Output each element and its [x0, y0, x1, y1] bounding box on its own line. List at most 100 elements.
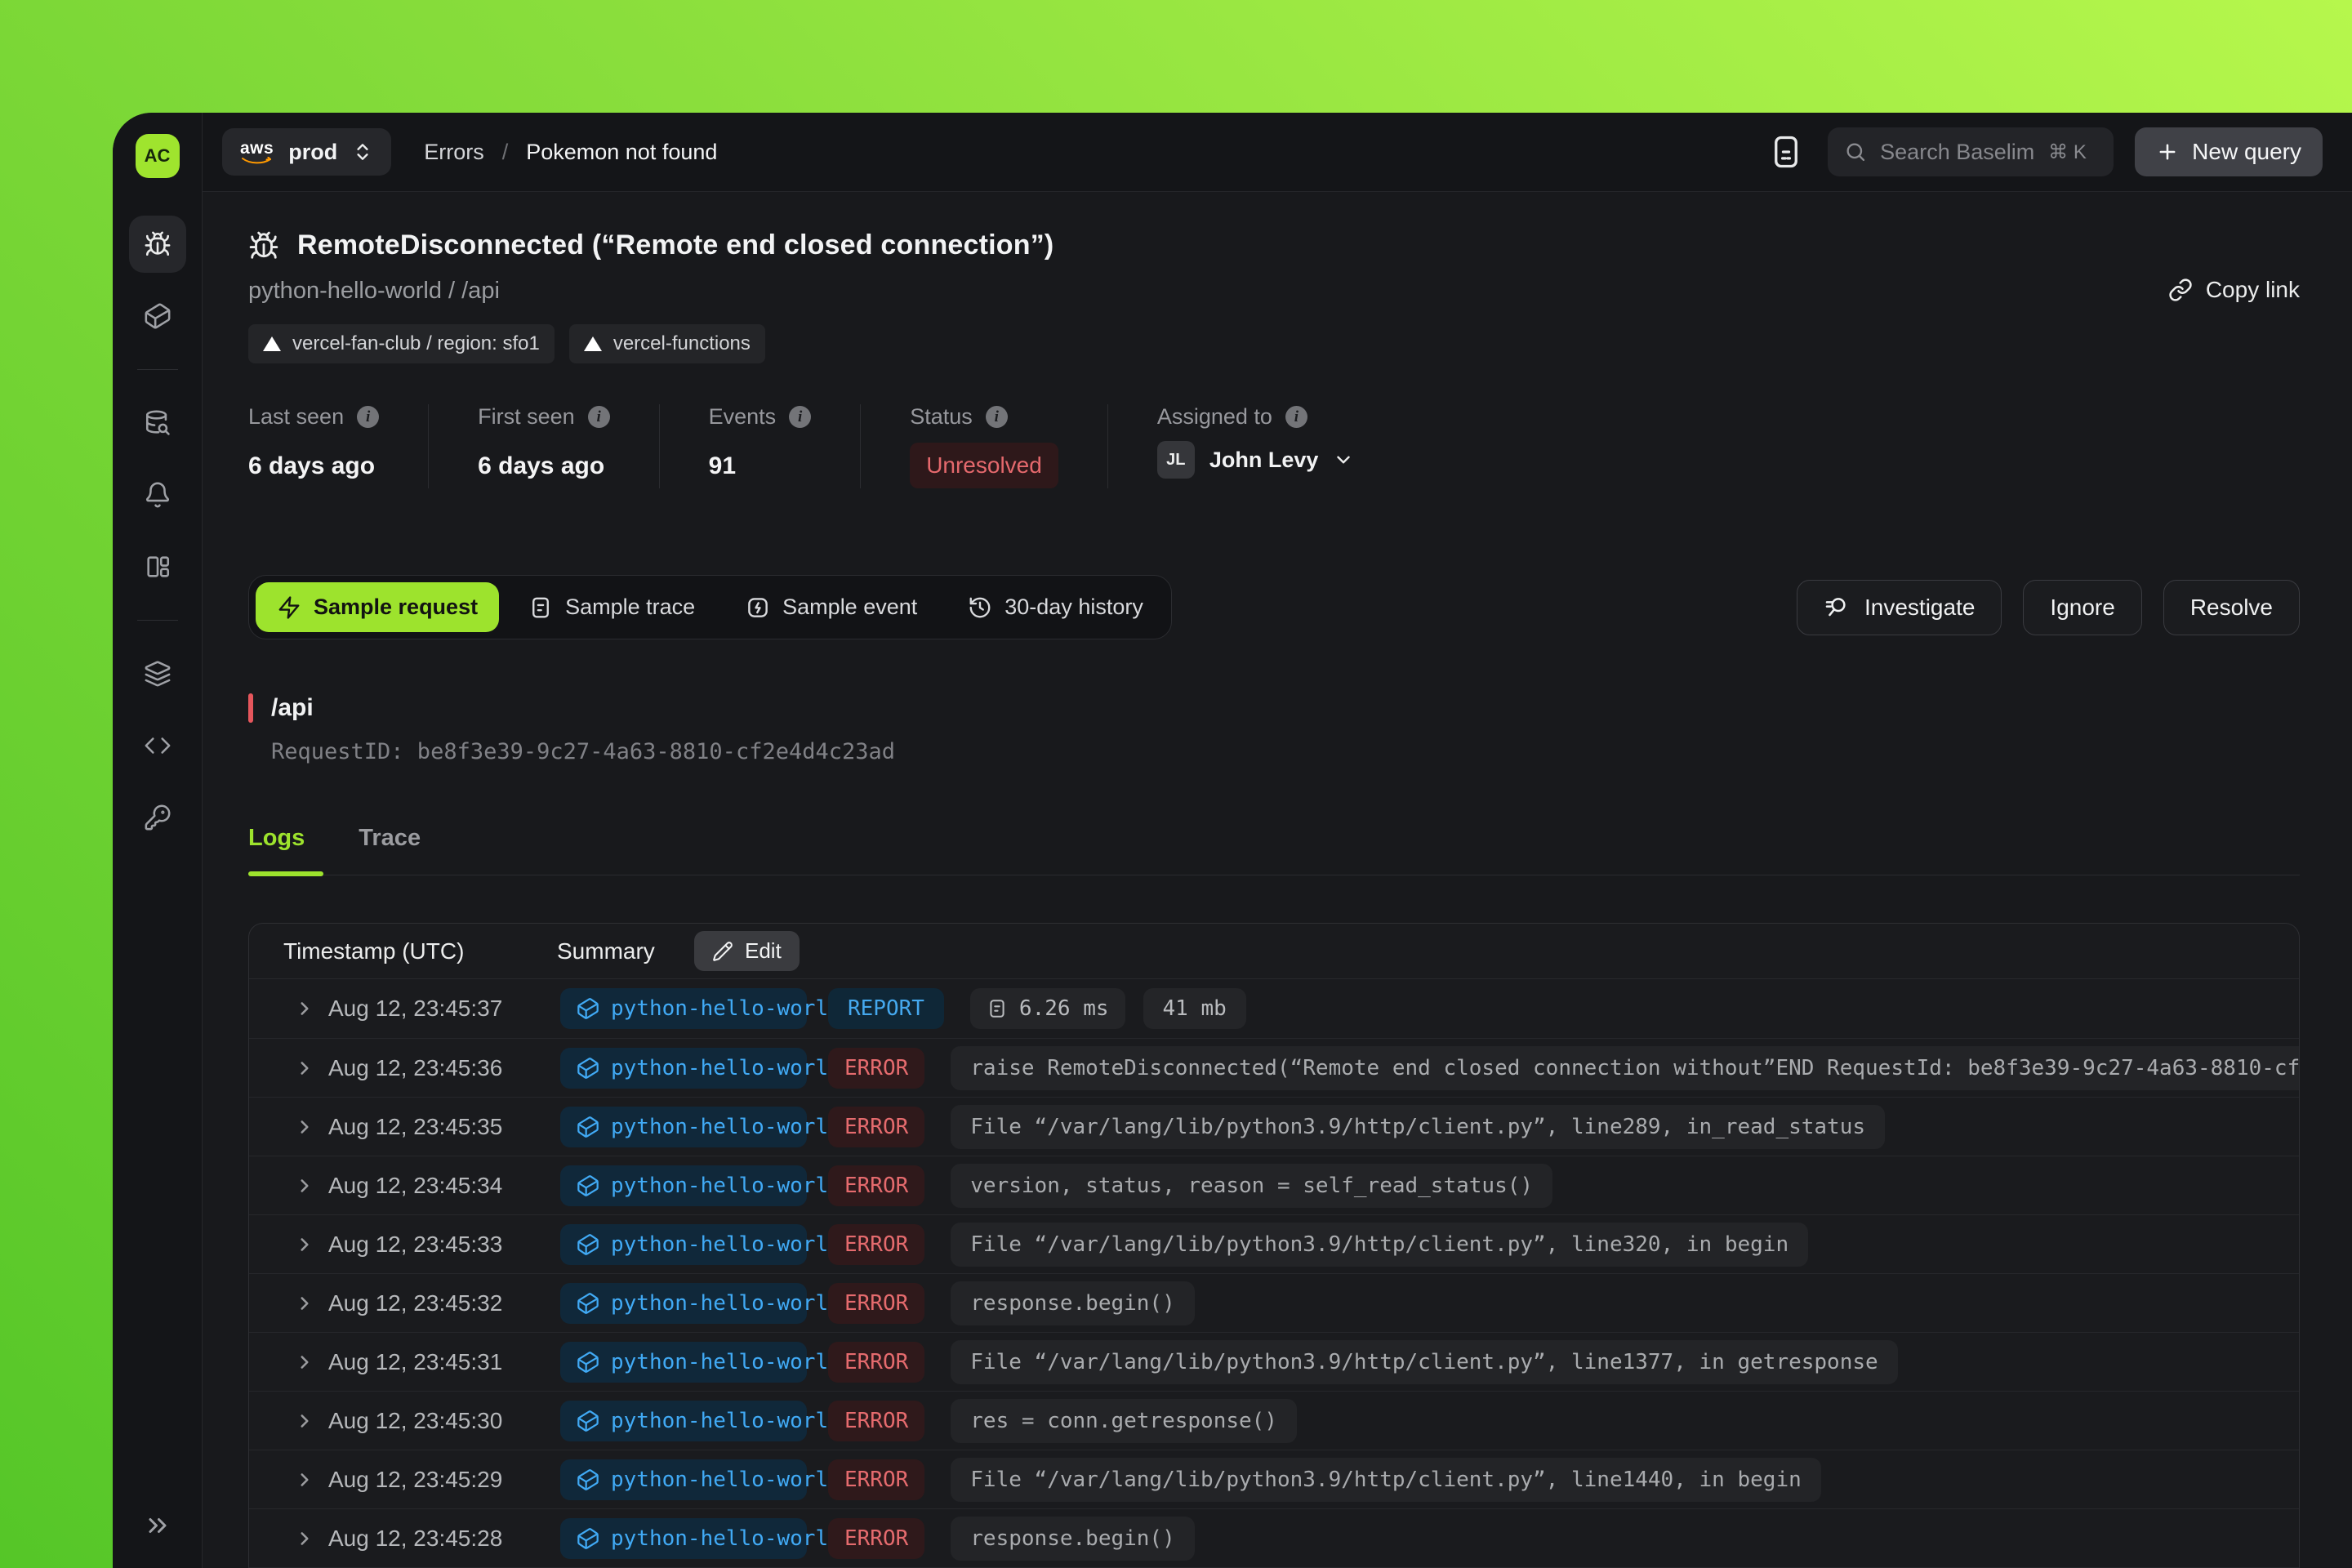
ignore-button[interactable]: Ignore: [2023, 580, 2141, 635]
stat-last-seen: Last seeni 6 days ago: [248, 404, 429, 488]
sidebar-item-developer[interactable]: [129, 717, 186, 774]
tab-logs[interactable]: Logs: [248, 825, 305, 875]
info-icon[interactable]: i: [789, 406, 811, 428]
level-badge: ERROR: [828, 1401, 924, 1441]
sidebar-divider: [137, 369, 178, 370]
notebook-icon[interactable]: [1766, 129, 1806, 175]
copy-link-button[interactable]: Copy link: [2168, 277, 2300, 303]
resolve-button[interactable]: Resolve: [2163, 580, 2300, 635]
service-badge: python-hello-world: [560, 1224, 807, 1265]
tab-trace[interactable]: Trace: [359, 825, 421, 875]
log-message: File “/var/lang/lib/python3.9/http/clien…: [951, 1458, 1820, 1502]
new-query-label: New query: [2192, 139, 2301, 165]
log-message: response.begin(): [951, 1517, 1194, 1561]
main-area: aws prod Errors / Pokemon not found: [203, 113, 2352, 1568]
table-row[interactable]: Aug 12, 23:45:35 python-hello-world ERRO…: [249, 1097, 2299, 1156]
trace-icon: [528, 595, 553, 620]
search-input[interactable]: [1880, 140, 2035, 165]
chevron-right-icon[interactable]: [294, 1175, 328, 1196]
tab-30-day-history[interactable]: 30-day history: [947, 582, 1165, 632]
table-row[interactable]: Aug 12, 23:45:30 python-hello-world ERRO…: [249, 1391, 2299, 1450]
stat-first-seen: First seeni 6 days ago: [478, 404, 660, 488]
size-badge: 41 mb: [1143, 988, 1246, 1029]
table-row[interactable]: Aug 12, 23:45:36 python-hello-world ERRO…: [249, 1038, 2299, 1097]
chevron-right-icon[interactable]: [294, 998, 328, 1019]
error-marker-bar: [248, 693, 253, 723]
tag-environment: vercel-fan-club / region: sfo1: [248, 324, 555, 363]
chevron-right-icon[interactable]: [294, 1352, 328, 1373]
level-badge: ERROR: [828, 1224, 924, 1265]
info-icon[interactable]: i: [588, 406, 610, 428]
history-icon: [968, 595, 992, 620]
table-row[interactable]: Aug 12, 23:45:33 python-hello-world ERRO…: [249, 1214, 2299, 1273]
chevron-right-icon[interactable]: [294, 1058, 328, 1079]
logs-table: Timestamp (UTC) Summary Edit Aug 12, 23:…: [248, 923, 2300, 1568]
row-timestamp: Aug 12, 23:45:30: [328, 1408, 560, 1434]
info-icon[interactable]: i: [357, 406, 379, 428]
sidebar-item-stack[interactable]: [129, 645, 186, 702]
level-badge: ERROR: [828, 1283, 924, 1324]
vercel-triangle-icon: [584, 336, 602, 351]
chevron-right-icon[interactable]: [294, 1234, 328, 1255]
row-timestamp: Aug 12, 23:45:33: [328, 1232, 560, 1258]
row-timestamp: Aug 12, 23:45:36: [328, 1055, 560, 1081]
info-icon[interactable]: i: [1285, 406, 1307, 428]
event-icon: [746, 595, 770, 620]
tab-sample-request[interactable]: Sample request: [256, 582, 499, 632]
search-code-icon: [1824, 595, 1850, 621]
service-badge: python-hello-world: [560, 1165, 807, 1206]
table-row[interactable]: Aug 12, 23:45:28 python-hello-world ERRO…: [249, 1508, 2299, 1567]
chevron-right-icon[interactable]: [294, 1528, 328, 1549]
bug-icon: [144, 230, 172, 258]
request-path: /api: [271, 694, 314, 722]
request-section: /api RequestID: be8f3e39-9c27-4a63-8810-…: [248, 693, 2300, 764]
tab-sample-event[interactable]: Sample event: [724, 582, 938, 632]
sidebar-item-queries[interactable]: [129, 394, 186, 452]
level-badge: ERROR: [828, 1048, 924, 1089]
log-message: raise RemoteDisconnected(“Remote end clo…: [951, 1046, 2300, 1090]
investigate-button[interactable]: Investigate: [1797, 580, 2002, 635]
table-row[interactable]: Aug 12, 23:45:37 python-hello-world REPO…: [249, 979, 2299, 1038]
active-tab-underline: [248, 871, 323, 876]
breadcrumb-section[interactable]: Errors: [424, 140, 484, 165]
environment-selector[interactable]: aws prod: [222, 128, 391, 176]
column-header-timestamp: Timestamp (UTC): [283, 938, 557, 964]
cube-icon: [144, 302, 172, 330]
sidebar-item-keys[interactable]: [129, 789, 186, 846]
table-row[interactable]: Aug 12, 23:45:32 python-hello-world ERRO…: [249, 1273, 2299, 1332]
search-shortcut: ⌘ K: [2048, 140, 2087, 164]
table-row[interactable]: Aug 12, 23:45:34 python-hello-world ERRO…: [249, 1156, 2299, 1214]
search-bar[interactable]: ⌘ K: [1828, 127, 2114, 176]
row-timestamp: Aug 12, 23:45:29: [328, 1467, 560, 1493]
duration-badge: 6.26 ms: [970, 988, 1125, 1029]
tab-sample-trace[interactable]: Sample trace: [507, 582, 716, 632]
bug-icon: [248, 230, 279, 261]
row-timestamp: Aug 12, 23:45:32: [328, 1290, 560, 1316]
breadcrumb: Errors / Pokemon not found: [424, 140, 717, 165]
info-icon[interactable]: i: [986, 406, 1008, 428]
assignee-dropdown[interactable]: JL John Levy: [1157, 441, 1355, 479]
workspace-avatar[interactable]: AC: [136, 134, 180, 178]
table-row[interactable]: Aug 12, 23:45:31 python-hello-world ERRO…: [249, 1332, 2299, 1391]
breadcrumb-page[interactable]: Pokemon not found: [526, 140, 717, 165]
chevron-right-icon[interactable]: [294, 1116, 328, 1138]
sidebar-item-dashboards[interactable]: [129, 538, 186, 595]
table-row[interactable]: Aug 12, 23:45:29 python-hello-world ERRO…: [249, 1450, 2299, 1508]
stat-status: Statusi Unresolved: [910, 404, 1108, 488]
sidebar: AC: [113, 113, 203, 1568]
actions-row: Sample request Sample trace: [248, 575, 2300, 639]
log-trace-tabs: Logs Trace: [248, 825, 2300, 875]
sidebar-item-services[interactable]: [129, 287, 186, 345]
chevron-right-icon[interactable]: [294, 1410, 328, 1432]
chevron-right-icon[interactable]: [294, 1469, 328, 1490]
new-query-button[interactable]: New query: [2135, 127, 2323, 176]
sidebar-item-alerts[interactable]: [129, 466, 186, 523]
edit-columns-button[interactable]: Edit: [694, 931, 800, 971]
app-window: AC: [113, 113, 2352, 1568]
content: RemoteDisconnected (“Remote end closed c…: [203, 192, 2352, 1568]
sidebar-item-errors[interactable]: [129, 216, 186, 273]
sidebar-expand-button[interactable]: [143, 1511, 172, 1540]
table-header: Timestamp (UTC) Summary Edit: [249, 924, 2299, 979]
column-header-summary: Summary: [557, 938, 694, 964]
chevron-right-icon[interactable]: [294, 1293, 328, 1314]
